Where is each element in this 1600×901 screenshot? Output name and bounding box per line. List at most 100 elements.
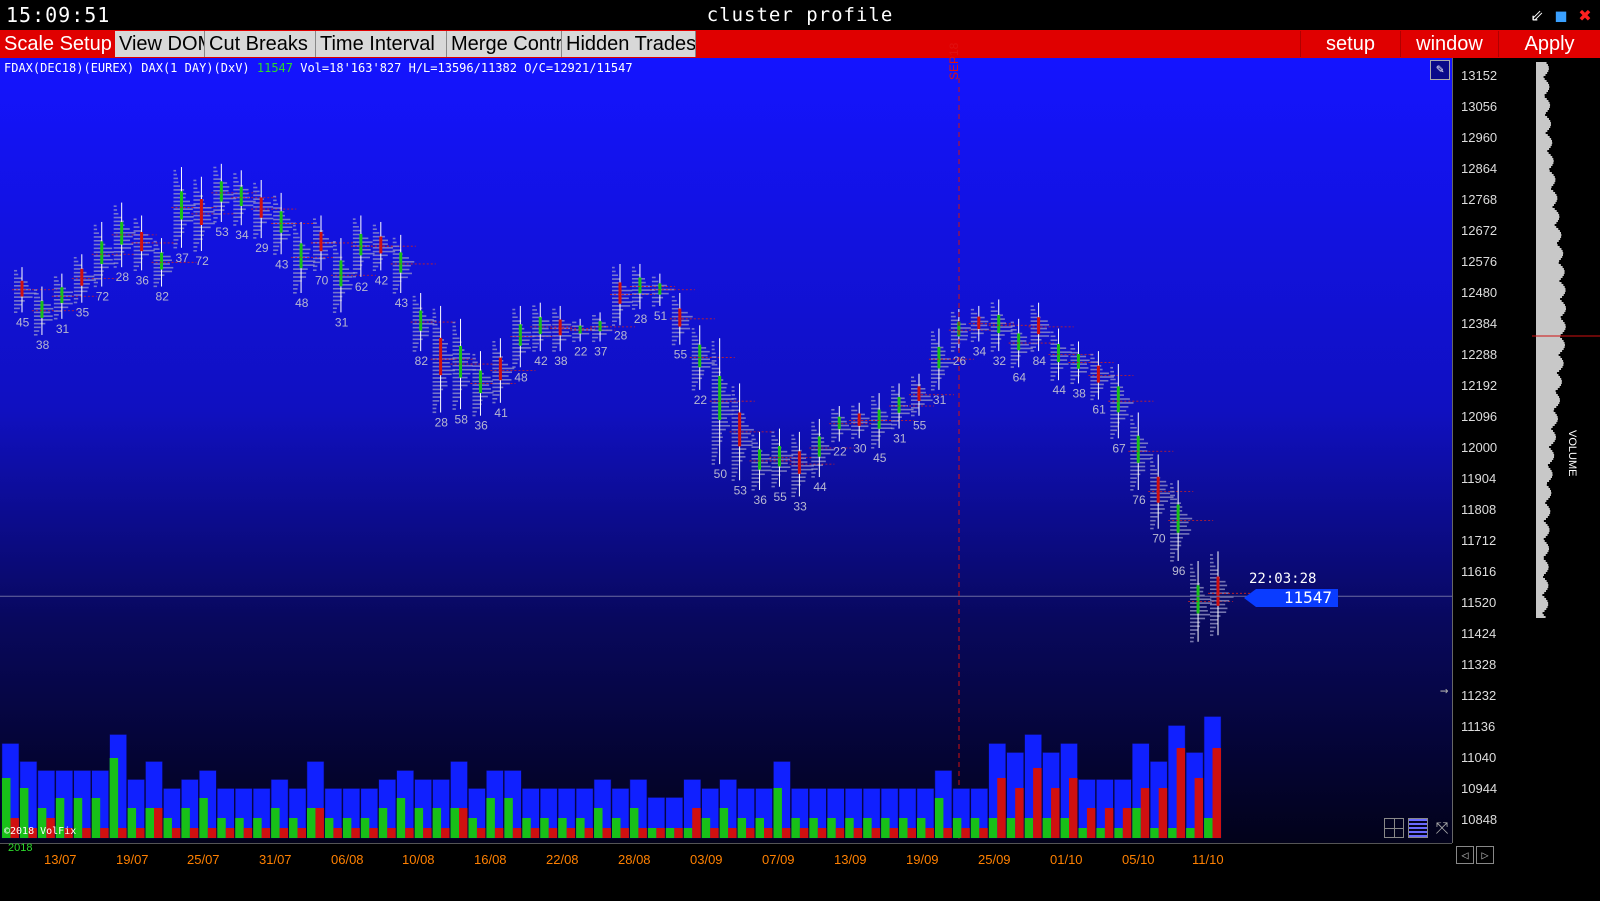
view-dom-button[interactable]: View DOM [115, 31, 205, 57]
profile-bar [1110, 413, 1129, 416]
volume-sell [494, 828, 504, 838]
volume-profile-row [1536, 94, 1545, 96]
daily-cluster[interactable] [251, 179, 297, 239]
profile-bar [1110, 437, 1114, 439]
daily-cluster[interactable] [1128, 412, 1174, 491]
profile-bar [193, 210, 215, 213]
profile-count-label: 26 [953, 354, 967, 368]
volume-profile-row [1536, 88, 1550, 90]
profile-bar [1150, 527, 1154, 530]
daily-cluster[interactable] [948, 309, 994, 352]
daily-cluster[interactable] [610, 263, 655, 326]
chart-area[interactable]: 45 38 31 35 72 28 36 82 37 72 53 34 29 43 48 70 31 62 42 43… [0, 58, 1452, 843]
grid-layout-icon[interactable] [1384, 818, 1404, 838]
fit-screen-icon[interactable]: ⤧ [1432, 818, 1452, 838]
profile-bar [711, 447, 718, 450]
volume-profile-row [1536, 298, 1561, 300]
daily-cluster[interactable] [1048, 328, 1094, 381]
daily-cluster[interactable] [829, 406, 875, 443]
daily-cluster[interactable] [889, 383, 935, 430]
profile-bar [213, 166, 217, 169]
profile-bar [213, 217, 218, 219]
pencil-icon[interactable]: ✎ [1430, 60, 1450, 80]
volume-profile-row [1536, 262, 1559, 264]
cut-breaks-button[interactable]: Cut Breaks [205, 31, 316, 57]
price-axis[interactable]: 13152 13056 12960 12864 12768 12672 12576 12480… [1452, 58, 1533, 843]
volume-profile-row [1536, 366, 1563, 368]
profile-bar [173, 231, 185, 234]
volume-profile-row [1536, 108, 1550, 110]
profile-bar [492, 390, 501, 392]
volume-bar [970, 788, 989, 839]
volume-profile-row [1536, 442, 1554, 444]
profile-bar [811, 456, 826, 459]
daily-cluster[interactable] [809, 418, 855, 478]
profile-bar [1210, 615, 1221, 617]
daily-cluster[interactable] [629, 263, 675, 310]
daily-cluster[interactable] [669, 293, 715, 346]
daily-cluster[interactable] [151, 238, 197, 288]
window-button[interactable]: window [1400, 31, 1498, 57]
volume-profile-row [1536, 100, 1549, 102]
profile-bar [731, 421, 745, 423]
profile-bar [53, 306, 69, 309]
scale-setup-button[interactable]: Scale Setup [0, 31, 115, 57]
time-interval-button[interactable]: Time Interval [316, 31, 447, 57]
daily-cluster[interactable] [550, 305, 596, 352]
candle-body [498, 357, 502, 381]
daily-cluster[interactable] [1208, 551, 1253, 636]
volume-sell [351, 828, 360, 838]
profile-bar [711, 363, 718, 366]
scroll-left-icon[interactable]: ◁ [1456, 846, 1474, 864]
volume-buy [1168, 828, 1177, 838]
time-axis[interactable]: 2018 13/07 19/07 25/07 31/07 06/08 10/08 16/08… [0, 842, 1452, 901]
last-price-marker: 11547 [1244, 589, 1338, 607]
daily-cluster[interactable] [909, 373, 954, 417]
profile-toggle-icon[interactable] [1408, 818, 1428, 838]
daily-cluster[interactable] [1188, 561, 1234, 643]
profile-bar [612, 308, 624, 311]
daily-cluster[interactable] [649, 273, 695, 307]
volume-profile-row [1536, 606, 1548, 608]
profile-bar [273, 234, 291, 236]
daily-cluster[interactable] [390, 234, 436, 294]
profile-count-label: 48 [295, 296, 309, 310]
cluster-chart[interactable]: 45 38 31 35 72 28 36 82 37 72 53 34 29 43 48 70 31 62 42 43… [0, 58, 1452, 843]
daily-cluster[interactable] [91, 221, 137, 288]
profile-bar [233, 212, 244, 215]
daily-cluster[interactable] [1168, 480, 1214, 562]
daily-cluster[interactable] [131, 215, 177, 271]
apply-button[interactable]: Apply [1498, 31, 1600, 57]
hidden-trades-button[interactable]: Hidden Trades [562, 31, 696, 57]
daily-cluster[interactable] [231, 170, 277, 226]
profile-bar [133, 265, 140, 268]
volume-bar [396, 770, 414, 839]
profile-bar [1110, 433, 1115, 436]
scroll-right-arrow-icon[interactable]: → [1440, 683, 1448, 699]
daily-cluster[interactable] [510, 305, 556, 368]
profile-count-label: 70 [315, 273, 329, 287]
profile-bar [73, 260, 79, 263]
volume-sell [1140, 788, 1150, 838]
profile-bar [751, 485, 757, 487]
candle-body [219, 181, 223, 202]
setup-button[interactable]: setup [1300, 31, 1400, 57]
scroll-right-icon[interactable]: ▷ [1476, 846, 1494, 864]
minimize-icon[interactable]: ⇙ [1528, 6, 1546, 25]
volume-profile-row [1536, 392, 1557, 394]
close-icon[interactable]: ✖ [1576, 6, 1594, 25]
volume-profile-row [1536, 426, 1553, 428]
candle-body [678, 308, 682, 327]
price-tick: 12288 [1461, 347, 1498, 362]
daily-cluster[interactable] [928, 328, 974, 391]
daily-cluster[interactable] [410, 293, 456, 352]
profile-bar [293, 272, 307, 274]
profile-bar [711, 444, 719, 446]
daily-cluster[interactable] [311, 215, 356, 271]
profile-bar [452, 400, 459, 402]
candle-body [618, 282, 622, 304]
merge-contr-button[interactable]: Merge Contr [447, 31, 562, 57]
volume-profile-row [1536, 596, 1545, 598]
maximize-icon[interactable]: ◼ [1552, 6, 1570, 25]
profile-bar [133, 269, 137, 271]
